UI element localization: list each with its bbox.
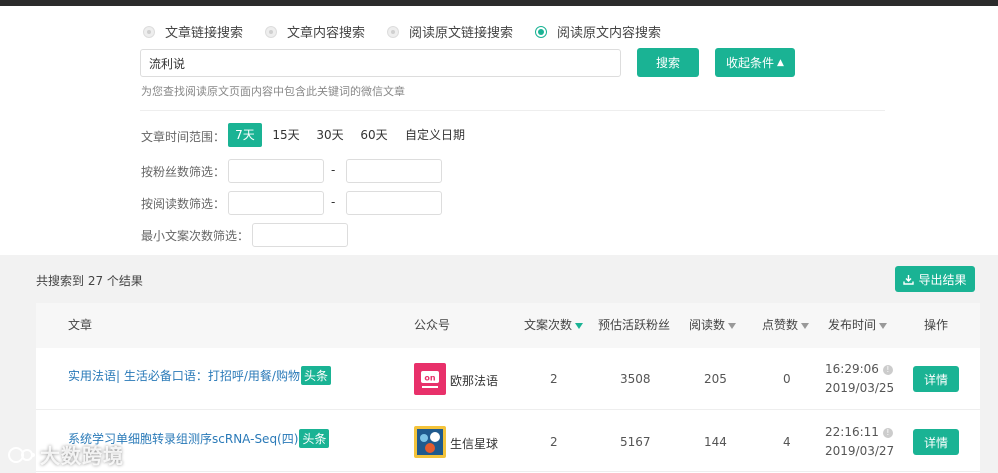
sort-icon (728, 322, 737, 329)
radio-label: 阅读原文链接搜索 (409, 26, 514, 41)
publish-clock: 16:29:06 (825, 362, 879, 376)
time-option-60d[interactable]: 60天 (356, 123, 392, 147)
header-copy-count[interactable]: 文案次数 (524, 303, 584, 348)
radio-original-content[interactable]: 阅读原文内容搜索 (535, 22, 661, 41)
time-option-7d[interactable]: 7天 (228, 123, 262, 147)
header-likes-label: 点赞数 (762, 318, 799, 332)
radio-original-link[interactable]: 阅读原文链接搜索 (387, 22, 513, 41)
table-header: 文章 公众号 文案次数 预估活跃粉丝 阅读数 点赞数 发布时间 操作 (36, 303, 980, 348)
divider (140, 110, 885, 111)
range-separator: - (331, 163, 336, 177)
radio-dot (143, 25, 155, 38)
search-hint: 为您查找阅读原文页面内容中包含此关键词的微信文章 (141, 85, 405, 98)
headline-tag: 头条 (299, 429, 330, 448)
time-option-30d[interactable]: 30天 (312, 123, 348, 147)
collapse-filters-button[interactable]: 收起条件 ▲ (715, 48, 795, 77)
search-input[interactable] (140, 49, 621, 77)
watermark: 大数跨境 (8, 440, 124, 469)
est-fans-value: 5167 (620, 435, 651, 449)
search-panel: 文章链接搜索 文章内容搜索 阅读原文链接搜索 阅读原文内容搜索 搜索 收起条件 … (0, 6, 998, 255)
sort-icon (801, 322, 810, 329)
header-likes[interactable]: 点赞数 (762, 303, 810, 348)
info-icon: ! (882, 427, 893, 438)
sort-desc-icon (575, 322, 584, 329)
radio-dot (387, 25, 400, 38)
min-copy-input[interactable] (252, 223, 348, 247)
time-option-custom[interactable]: 自定义日期 (401, 123, 469, 147)
time-range-label: 文章时间范围： (141, 130, 226, 144)
min-copy-filter-label: 最小文案次数筛选： (141, 229, 250, 243)
range-separator: - (331, 195, 336, 209)
fans-max-input[interactable] (346, 159, 442, 183)
info-icon: ! (882, 364, 893, 375)
time-option-15d[interactable]: 15天 (268, 123, 304, 147)
results-table: 文章 公众号 文案次数 预估活跃粉丝 阅读数 点赞数 发布时间 操作 实用法语|… (36, 303, 980, 473)
watermark-text: 大数跨境 (40, 444, 124, 468)
article-cell: 实用法语| 生活必备口语：打招呼/用餐/购物 头条 (68, 366, 331, 385)
header-reads-label: 阅读数 (689, 318, 726, 332)
reads-min-input[interactable] (228, 191, 324, 215)
radio-label: 阅读原文内容搜索 (557, 26, 662, 41)
radio-article-content[interactable]: 文章内容搜索 (265, 22, 365, 41)
radio-label: 文章内容搜索 (287, 26, 366, 41)
article-title-link[interactable]: 实用法语| 生活必备口语：打招呼/用餐/购物 (68, 369, 300, 383)
fans-filter-label: 按粉丝数筛选： (141, 165, 226, 179)
download-icon (903, 274, 915, 285)
reads-max-input[interactable] (346, 191, 442, 215)
header-article: 文章 (68, 318, 93, 332)
headline-tag: 头条 (300, 366, 331, 385)
detail-button[interactable]: 详情 (913, 429, 959, 455)
table-row: 实用法语| 生活必备口语：打招呼/用餐/购物 头条 on 欧那法语 2 3508 … (36, 348, 980, 410)
reads-value: 144 (704, 435, 727, 449)
account-avatar (414, 426, 446, 458)
account-avatar: on (414, 363, 446, 395)
publish-date: 2019/03/25 (825, 381, 895, 395)
reads-filter-label: 按阅读数筛选： (141, 197, 226, 211)
reads-value: 205 (704, 372, 727, 386)
header-copy-count-label: 文案次数 (524, 318, 573, 332)
svg-text:on: on (424, 374, 435, 383)
header-action: 操作 (924, 318, 949, 332)
header-est-fans: 预估活跃粉丝 (598, 318, 671, 332)
publish-time: 22:16:11! (825, 425, 893, 439)
fans-min-input[interactable] (228, 159, 324, 183)
export-button[interactable]: 导出结果 (895, 266, 975, 292)
copy-count-value: 2 (550, 372, 558, 386)
likes-value: 0 (783, 372, 791, 386)
watermark-logo-icon (8, 446, 35, 463)
detail-button[interactable]: 详情 (913, 366, 959, 392)
export-label: 导出结果 (918, 272, 967, 287)
header-reads[interactable]: 阅读数 (689, 303, 737, 348)
sort-icon (879, 322, 888, 329)
header-publish-time-label: 发布时间 (828, 318, 877, 332)
table-row: 系统学习单细胞转录组测序scRNA-Seq(四) 头条 生信星球 2 5167 1… (36, 410, 980, 472)
est-fans-value: 3508 (620, 372, 651, 386)
likes-value: 4 (783, 435, 791, 449)
collapse-label: 收起条件 (726, 56, 775, 70)
radio-dot (265, 25, 278, 38)
header-publish-time[interactable]: 发布时间 (828, 303, 888, 348)
account-name: 欧那法语 (450, 374, 499, 388)
publish-time: 16:29:06! (825, 362, 893, 376)
publish-date: 2019/03/27 (825, 444, 895, 458)
publish-clock: 22:16:11 (825, 425, 879, 439)
radio-article-link[interactable]: 文章链接搜索 (143, 22, 243, 41)
radio-dot (535, 25, 548, 38)
search-button[interactable]: 搜索 (637, 48, 699, 77)
account-name: 生信星球 (450, 437, 499, 451)
header-account: 公众号 (414, 318, 451, 332)
search-mode-group: 文章链接搜索 文章内容搜索 阅读原文链接搜索 阅读原文内容搜索 (143, 22, 683, 41)
copy-count-value: 2 (550, 435, 558, 449)
results-summary: 共搜索到 27 个结果 (36, 274, 143, 288)
caret-up-icon: ▲ (777, 57, 784, 68)
radio-label: 文章链接搜索 (165, 26, 244, 41)
